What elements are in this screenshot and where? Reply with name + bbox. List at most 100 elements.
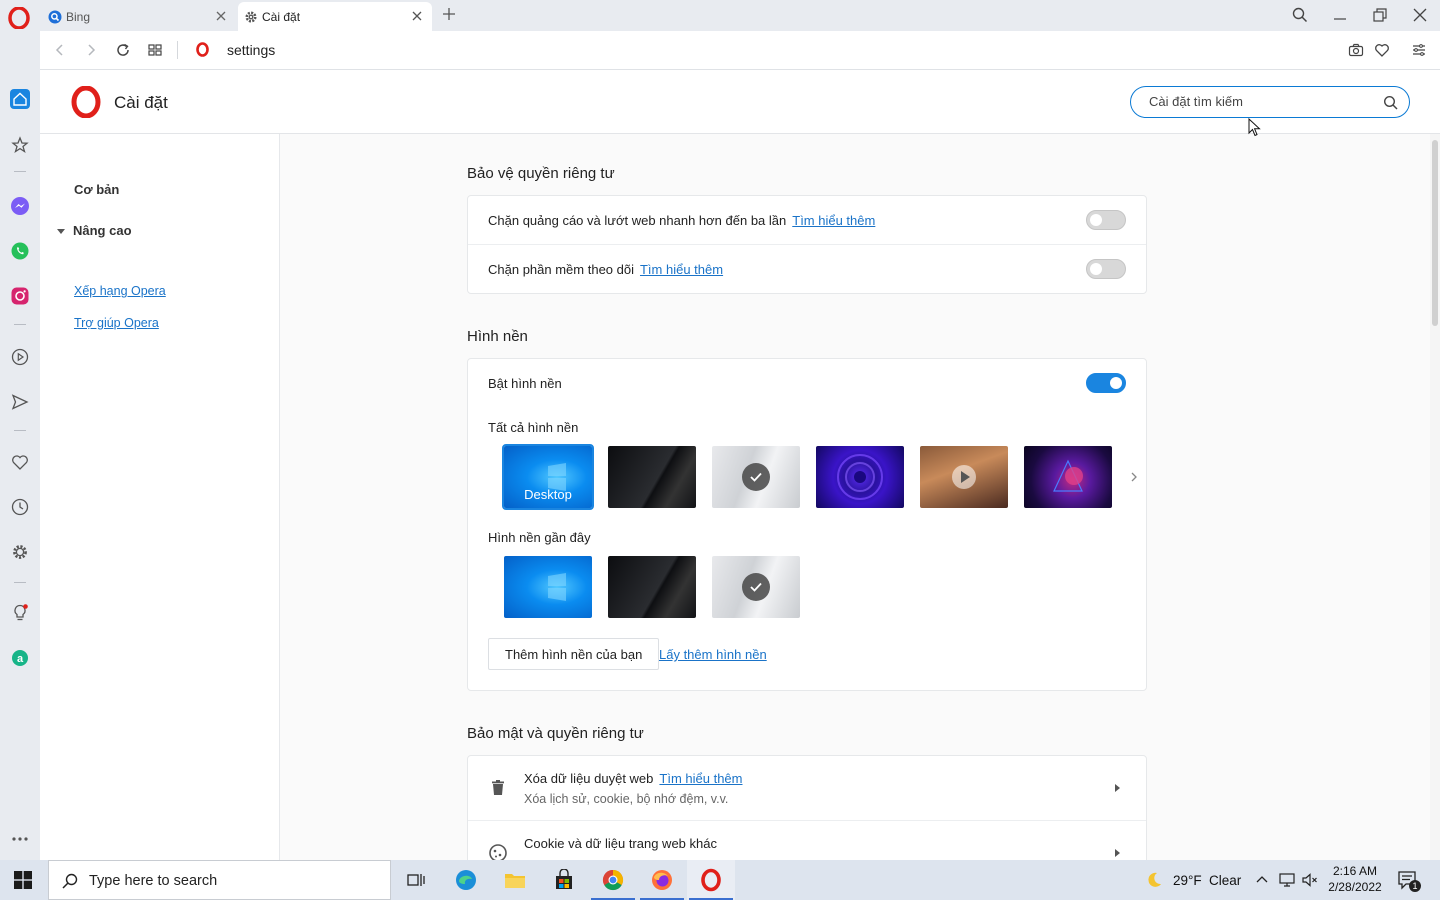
aria-icon[interactable]: a (10, 648, 30, 668)
play-icon (952, 465, 976, 489)
wallpaper-thumb-light[interactable] (712, 446, 800, 508)
player-icon[interactable] (10, 347, 30, 367)
clear-browsing-data-row[interactable]: Xóa dữ liệu duyệt web Tìm hiểu thêm Xóa l… (468, 756, 1146, 821)
nav-advanced[interactable]: Nâng cao (57, 223, 132, 238)
home-icon[interactable] (10, 89, 30, 109)
weather-moon-icon[interactable] (1145, 871, 1163, 889)
opera-taskbar-icon[interactable] (687, 860, 735, 900)
close-window-icon[interactable] (1411, 6, 1429, 24)
recent-wallpaper-dark[interactable] (608, 556, 696, 618)
learn-more-link[interactable]: Tìm hiểu thêm (792, 213, 875, 228)
search-icon[interactable] (1383, 95, 1399, 111)
star-icon[interactable] (10, 135, 30, 155)
whatsapp-icon[interactable] (10, 241, 30, 261)
wallpaper-thumb-purple[interactable] (816, 446, 904, 508)
chrome-icon[interactable] (589, 860, 637, 900)
easy-setup-menu-icon[interactable] (1411, 42, 1427, 58)
opera-site-icon (196, 42, 209, 57)
history-clock-icon[interactable] (10, 497, 30, 517)
learn-more-link[interactable]: Tìm hiểu thêm (659, 771, 742, 786)
back-icon[interactable] (52, 42, 68, 58)
divider (177, 41, 178, 59)
speed-dial-grid-icon[interactable] (147, 42, 163, 58)
search-input[interactable] (1149, 94, 1369, 109)
row-label: Chặn phần mềm theo dõi Tìm hiểu thêm (488, 262, 723, 277)
svg-text:a: a (17, 653, 24, 665)
bookmark-heart-icon[interactable] (1374, 42, 1390, 58)
settings-gear-icon[interactable] (10, 542, 30, 562)
wallpaper-thumb-animated[interactable] (920, 446, 1008, 508)
settings-search[interactable] (1130, 86, 1410, 118)
all-wallpapers-label: Tất cả hình nền (488, 420, 579, 435)
network-icon[interactable] (1278, 871, 1296, 889)
windows-start-icon[interactable] (14, 871, 32, 889)
gear-icon (244, 10, 258, 24)
nav-basic[interactable]: Cơ bản (74, 182, 119, 197)
wallpaper-toggle[interactable] (1086, 373, 1126, 393)
wallpaper-thumb-desktop[interactable]: Desktop (502, 444, 594, 510)
close-tab-icon[interactable] (410, 9, 424, 23)
adblock-toggle[interactable] (1086, 210, 1126, 230)
heart-icon[interactable] (10, 452, 30, 472)
search-icon (62, 873, 78, 889)
lightbulb-icon[interactable] (10, 603, 30, 623)
get-more-wallpapers-link[interactable]: Lấy thêm hình nền (659, 647, 767, 662)
opera-sidebar: a (0, 31, 40, 860)
clear-data-subtitle: Xóa lịch sử, cookie, bộ nhớ đệm, v.v. (524, 792, 729, 806)
learn-more-link[interactable]: Tìm hiểu thêm (640, 262, 723, 277)
opera-help-link[interactable]: Trợ giúp Opera (74, 316, 159, 330)
recent-wallpaper-light[interactable] (712, 556, 800, 618)
weather-condition[interactable]: Clear (1209, 873, 1241, 888)
minimize-icon[interactable] (1331, 6, 1349, 24)
tab-search-icon[interactable] (1291, 6, 1309, 24)
rate-opera-link[interactable]: Xếp hạng Opera (74, 284, 166, 298)
privacy-row-adblock: Chặn quảng cáo và lướt web nhanh hơn đến… (468, 196, 1146, 245)
chevron-right-icon[interactable] (1128, 471, 1140, 483)
scrollbar[interactable] (1430, 134, 1440, 860)
tracker-label: Chặn phần mềm theo dõi (488, 262, 634, 277)
edge-icon[interactable] (442, 860, 490, 900)
new-tab-icon[interactable] (441, 6, 457, 22)
sidebar-divider (14, 171, 26, 172)
messenger-icon[interactable] (10, 196, 30, 216)
privacy-row-tracker: Chặn phần mềm theo dõi Tìm hiểu thêm (468, 245, 1146, 294)
selected-check-icon (742, 463, 770, 491)
instagram-icon[interactable] (10, 286, 30, 306)
notification-center-icon[interactable]: 1 (1397, 870, 1421, 892)
scrollbar-thumb[interactable] (1432, 140, 1438, 326)
cookies-row[interactable]: Cookie và dữ liệu trang web khác (468, 821, 1146, 860)
cookie-icon (489, 844, 507, 860)
tracker-toggle[interactable] (1086, 259, 1126, 279)
opera-menu-icon[interactable] (8, 7, 30, 29)
url-field[interactable]: settings (227, 42, 275, 58)
firefox-icon[interactable] (638, 860, 686, 900)
send-flow-icon[interactable] (10, 392, 30, 412)
tab-bing[interactable]: Bing (42, 2, 236, 31)
recent-wallpaper-blue[interactable] (504, 556, 592, 618)
close-tab-icon[interactable] (214, 9, 228, 23)
restore-icon[interactable] (1371, 6, 1389, 24)
selected-check-icon (742, 573, 770, 601)
reload-icon[interactable] (115, 42, 131, 58)
section-title-security: Bảo mật và quyền riêng tư (467, 725, 644, 742)
forward-icon[interactable] (83, 42, 99, 58)
microsoft-store-icon[interactable] (540, 860, 588, 900)
chevron-up-icon[interactable] (1255, 873, 1269, 887)
weather-temp[interactable]: 29°F (1173, 873, 1202, 888)
task-view-icon[interactable] (392, 860, 440, 900)
windows-logo-graphic (548, 573, 566, 601)
clock-date: 2/28/2022 (1328, 880, 1382, 894)
add-wallpaper-button[interactable]: Thêm hình nền của bạn (488, 638, 660, 670)
system-clock[interactable]: 2:16 AM 2/28/2022 (1322, 863, 1388, 895)
sidebar-divider (14, 430, 26, 431)
wallpaper-thumb-dark[interactable] (608, 446, 696, 508)
file-explorer-icon[interactable] (491, 860, 539, 900)
tab-settings[interactable]: Cài đặt (238, 2, 432, 31)
settings-header: Cài đặt (40, 70, 1440, 134)
volume-muted-icon[interactable] (1301, 871, 1319, 889)
wallpaper-thumb-neon[interactable] (1024, 446, 1112, 508)
more-dots-icon[interactable] (10, 829, 30, 849)
row-title: Xóa dữ liệu duyệt web Tìm hiểu thêm (524, 771, 743, 786)
snapshot-camera-icon[interactable] (1348, 42, 1364, 58)
taskbar-search-box[interactable]: Type here to search (48, 860, 391, 900)
